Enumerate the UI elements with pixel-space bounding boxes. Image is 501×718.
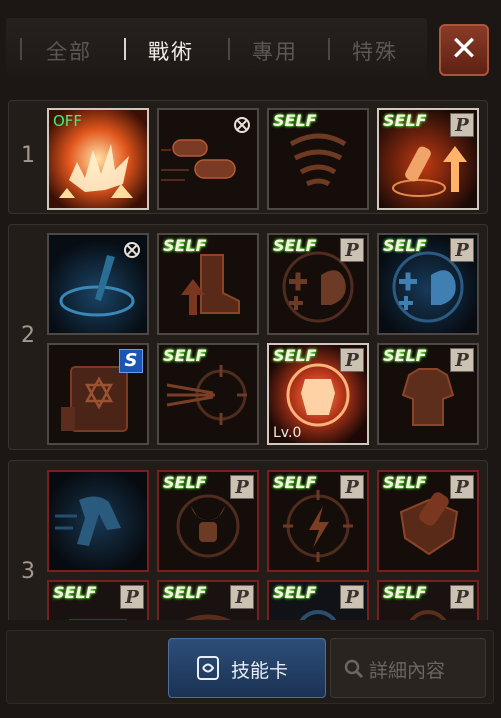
tab-separator	[328, 38, 330, 60]
special-badge: S	[119, 349, 143, 373]
group-number: 2	[21, 323, 35, 348]
passive-badge: P	[450, 475, 474, 499]
tab-special[interactable]: 特殊	[352, 36, 398, 66]
tab-active-indicator	[124, 38, 126, 60]
skill-slot[interactable]	[157, 108, 259, 210]
skill-slot[interactable]: SELF P	[377, 470, 479, 572]
unlink-icon	[234, 117, 250, 133]
unlink-icon	[124, 242, 140, 258]
self-badge: SELF	[383, 583, 427, 602]
passive-badge: P	[450, 585, 474, 609]
passive-badge: P	[120, 585, 144, 609]
passive-badge: P	[450, 238, 474, 262]
skill-slot[interactable]: OFF	[47, 108, 149, 210]
skill-slot[interactable]: S	[47, 343, 149, 445]
tab-exclusive[interactable]: 專用	[252, 36, 298, 66]
tab-all[interactable]: 全部	[46, 36, 92, 66]
skill-slot[interactable]: SELF P	[47, 580, 149, 620]
skill-panel: 全部 戰術 專用 特殊 ✕ 1 2 3 OFF SELF SELF P SELF…	[0, 0, 501, 718]
details-button[interactable]: 詳細內容	[330, 638, 486, 698]
skill-slot[interactable]: SELF P Lv.0	[267, 343, 369, 445]
passive-badge: P	[450, 113, 474, 137]
self-badge: SELF	[163, 236, 207, 255]
skill-slot[interactable]: SELF P	[267, 470, 369, 572]
level-label: Lv.0	[273, 425, 302, 441]
tab-separator	[228, 38, 230, 60]
tab-tactics[interactable]: 戰術	[148, 36, 194, 66]
search-icon	[344, 659, 364, 679]
self-badge: SELF	[273, 236, 317, 255]
self-badge: SELF	[163, 346, 207, 365]
close-icon: ✕	[449, 29, 479, 69]
off-badge: OFF	[53, 112, 83, 130]
self-badge: SELF	[163, 583, 207, 602]
self-badge: SELF	[383, 473, 427, 492]
passive-badge: P	[450, 348, 474, 372]
passive-badge: P	[340, 238, 364, 262]
skill-slot[interactable]	[47, 470, 149, 572]
group-number: 1	[21, 143, 35, 168]
skill-slot[interactable]: SELF P	[377, 580, 479, 620]
skill-slot[interactable]: SELF	[267, 108, 369, 210]
card-icon	[197, 656, 219, 680]
details-label: 詳細內容	[369, 660, 446, 682]
self-badge: SELF	[53, 583, 97, 602]
skill-slot[interactable]: SELF P	[377, 233, 479, 335]
self-badge: SELF	[273, 583, 317, 602]
passive-badge: P	[230, 475, 254, 499]
skill-slot[interactable]: SELF P	[377, 343, 479, 445]
passive-badge: P	[230, 585, 254, 609]
self-badge: SELF	[383, 346, 427, 365]
skill-slot[interactable]: SELF P	[157, 580, 259, 620]
skill-slot[interactable]: SELF P	[157, 470, 259, 572]
tab-separator	[20, 38, 22, 60]
skill-slot[interactable]: SELF P	[267, 580, 369, 620]
skill-slot[interactable]	[47, 233, 149, 335]
self-badge: SELF	[383, 236, 427, 255]
skill-slot[interactable]: SELF P	[377, 108, 479, 210]
passive-badge: P	[340, 585, 364, 609]
tab-bar: 全部 戰術 專用 特殊	[6, 18, 427, 80]
skill-card-button[interactable]: 技能卡	[168, 638, 326, 698]
skill-list[interactable]: 1 2 3 OFF SELF SELF P SELF SELF P SELF P…	[0, 96, 501, 620]
passive-badge: P	[340, 348, 364, 372]
self-badge: SELF	[163, 473, 207, 492]
self-badge: SELF	[383, 111, 427, 130]
skill-slot[interactable]: SELF	[157, 233, 259, 335]
skill-slot[interactable]: SELF	[157, 343, 259, 445]
self-badge: SELF	[273, 111, 317, 130]
sprint-skill-icon	[49, 472, 147, 570]
group-number: 3	[21, 559, 35, 584]
self-badge: SELF	[273, 346, 317, 365]
skill-slot[interactable]: SELF P	[267, 233, 369, 335]
self-badge: SELF	[273, 473, 317, 492]
close-button[interactable]: ✕	[439, 24, 489, 76]
passive-badge: P	[340, 475, 364, 499]
skill-card-label: 技能卡	[231, 660, 289, 682]
